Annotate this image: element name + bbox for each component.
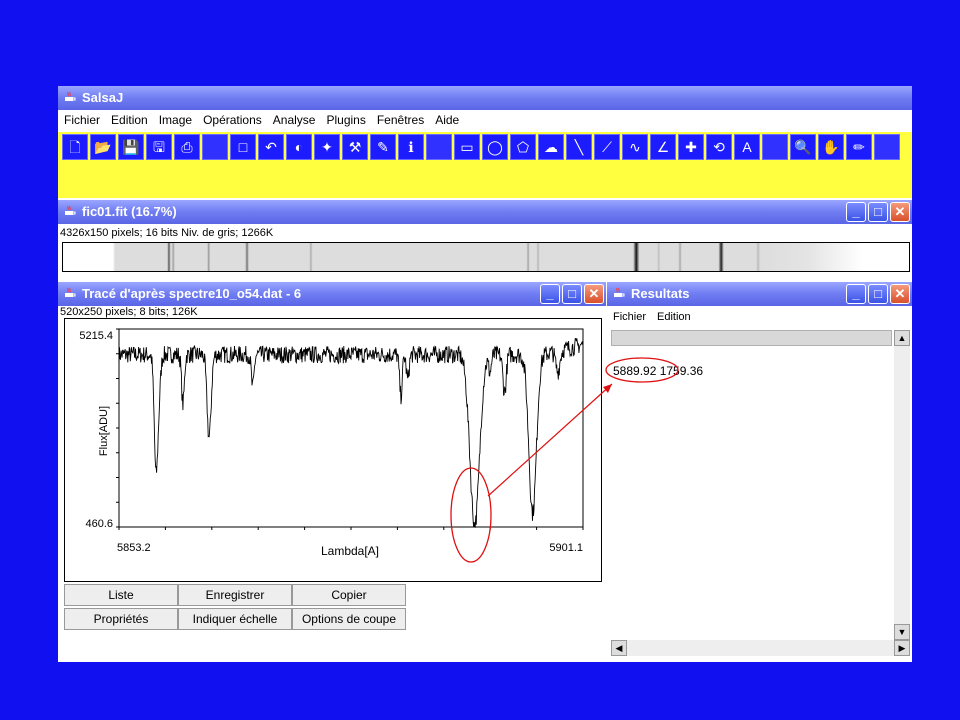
- highlight-ellipse-plot: [450, 467, 492, 563]
- annotation-overlay: [450, 357, 679, 563]
- highlight-ellipse-result: [605, 357, 679, 383]
- annotation-arrow: [487, 383, 613, 497]
